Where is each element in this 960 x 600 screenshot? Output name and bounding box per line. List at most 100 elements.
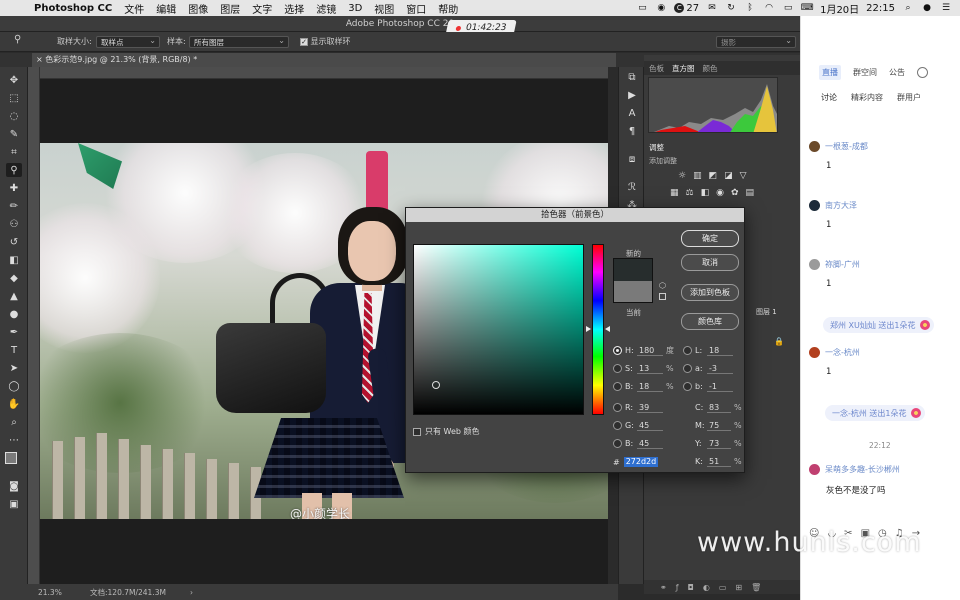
color-libraries-button[interactable]: 颜色库 <box>681 313 739 330</box>
lab-a-value[interactable]: -3 <box>707 363 733 374</box>
keyboard-icon[interactable]: ⌨ <box>801 3 814 13</box>
chat-message-user[interactable]: 南方大泽 <box>809 200 857 211</box>
sync-icon[interactable]: ↻ <box>725 3 737 13</box>
photo-filter-icon[interactable]: ◉ <box>716 188 724 198</box>
black-value[interactable]: 51 <box>707 456 731 467</box>
black-field[interactable]: K: 51% <box>695 455 744 467</box>
hue-field[interactable]: H: 180 度 <box>613 344 676 356</box>
avatar[interactable] <box>809 464 820 475</box>
move-tool-icon[interactable]: ✥ <box>6 73 22 87</box>
menu-app-name[interactable]: Photoshop CC <box>34 3 112 14</box>
menu-view[interactable]: 视图 <box>374 1 394 16</box>
chat-message-user[interactable]: 呆萌多多趣-长沙郴州 <box>809 464 900 475</box>
search-icon[interactable]: ⌕ <box>902 3 914 13</box>
character-panel-icon[interactable]: A <box>625 107 639 121</box>
saturation-radio[interactable] <box>613 363 622 373</box>
display-icon[interactable]: ▭ <box>636 3 648 13</box>
menu-3d[interactable]: 3D <box>348 3 362 14</box>
blue-field[interactable]: B: 45 <box>613 437 663 449</box>
battery-icon[interactable]: ▭ <box>782 3 794 13</box>
tab-group-space[interactable]: 群空间 <box>853 67 877 78</box>
lab-b-radio[interactable] <box>683 381 692 391</box>
menu-select[interactable]: 选择 <box>284 1 304 16</box>
web-colors-only-toggle[interactable]: 只有 Web 颜色 <box>413 426 480 437</box>
document-tab[interactable]: × 色彩示范9.jpg @ 21.3% (背景, RGB/8) * <box>32 53 616 67</box>
curves-icon[interactable]: ◩ <box>709 171 718 181</box>
siri-icon[interactable]: ● <box>921 3 933 13</box>
green-value[interactable]: 45 <box>637 420 663 431</box>
dodge-tool-icon[interactable]: ● <box>6 307 22 321</box>
eraser-tool-icon[interactable]: ◧ <box>6 253 22 267</box>
healing-tool-icon[interactable]: ✚ <box>6 181 22 195</box>
sample-size-select[interactable]: 取样点 <box>96 35 160 48</box>
add-to-swatches-button[interactable]: 添加到色板 <box>681 284 739 301</box>
menubar-date[interactable]: 1月20日 <box>820 1 859 16</box>
history-brush-icon[interactable]: ↺ <box>6 235 22 249</box>
lab-b-field[interactable]: b: -1 <box>683 380 733 392</box>
trash-icon[interactable]: 🗑 <box>751 583 761 592</box>
ok-button[interactable]: 确定 <box>681 230 739 247</box>
sample-select[interactable]: 所有图层 <box>189 35 289 48</box>
gamut-warning-icon[interactable]: ⬡ <box>659 282 668 290</box>
lookup-icon[interactable]: ▤ <box>746 188 755 198</box>
lab-l-field[interactable]: L: 18 <box>683 344 733 356</box>
hue-sat-icon[interactable]: ▦ <box>670 188 679 198</box>
avatar[interactable] <box>809 259 820 270</box>
chat-message-user[interactable]: 一根葱-成都 <box>809 141 868 152</box>
foreground-color[interactable] <box>5 452 17 464</box>
wifi-icon[interactable]: ◠ <box>763 3 775 13</box>
avatar[interactable] <box>809 200 820 211</box>
group-icon[interactable]: ▭ <box>719 583 727 592</box>
hue-radio[interactable] <box>613 345 622 355</box>
crop-tool-icon[interactable]: ⌗ <box>6 145 22 159</box>
pen-tool-icon[interactable]: ✒ <box>6 325 22 339</box>
red-radio[interactable] <box>613 402 622 412</box>
tab-live[interactable]: 直播 <box>819 65 841 80</box>
fx-icon[interactable]: ƒ <box>676 583 679 592</box>
avatar[interactable] <box>809 347 820 358</box>
menu-window[interactable]: 窗口 <box>406 1 426 16</box>
new-layer-icon[interactable]: ⊞ <box>735 583 742 592</box>
subtab-members[interactable]: 群用户 <box>897 92 921 103</box>
yellow-value[interactable]: 73 <box>707 438 731 449</box>
web-safe-icon[interactable] <box>659 293 666 300</box>
hex-value[interactable]: 272d2d <box>623 457 659 467</box>
cyan-field[interactable]: C: 83% <box>695 401 744 413</box>
cancel-button[interactable]: 取消 <box>681 254 739 271</box>
menu-layer[interactable]: 图层 <box>220 1 240 16</box>
tab-announcement[interactable]: 公告 <box>889 67 905 78</box>
magenta-field[interactable]: M: 75% <box>695 419 744 431</box>
red-field[interactable]: R: 39 <box>613 401 663 413</box>
yellow-field[interactable]: Y: 73% <box>695 437 744 449</box>
hue-arrow-left-icon[interactable] <box>586 326 591 332</box>
eyedropper-icon[interactable]: ⚲ <box>14 34 21 45</box>
subtab-discussion[interactable]: 讨论 <box>821 92 837 103</box>
tab-swatches[interactable]: 色板 <box>649 63 664 74</box>
more-tools-icon[interactable]: ⋯ <box>6 433 22 447</box>
bw-icon[interactable]: ◧ <box>701 188 710 198</box>
adjustment-layer-icon[interactable]: ◐ <box>703 583 710 592</box>
menu-filter[interactable]: 滤镜 <box>316 1 336 16</box>
marquee-tool-icon[interactable]: ⬚ <box>6 91 22 105</box>
menu-edit[interactable]: 编辑 <box>156 1 176 16</box>
levels-icon[interactable]: ▥ <box>693 171 702 181</box>
menu-type[interactable]: 文字 <box>252 1 272 16</box>
zoom-tool-icon[interactable]: ⌕ <box>6 415 22 429</box>
hue-value[interactable]: 180 <box>637 345 663 356</box>
tab-histogram[interactable]: 直方图 <box>672 63 695 74</box>
web-colors-checkbox[interactable] <box>413 427 421 436</box>
red-value[interactable]: 39 <box>637 402 663 413</box>
mask-icon[interactable]: ◘ <box>688 583 694 592</box>
chat-message-user[interactable]: 祢脚-广州 <box>809 259 860 270</box>
brightness-icon[interactable]: ☼ <box>678 171 686 181</box>
show-ring-toggle[interactable]: ✓ 显示取样环 <box>300 36 351 47</box>
saturation-value[interactable]: 13 <box>637 363 663 374</box>
saturation-field[interactable]: S: 13% <box>613 362 676 374</box>
tray-app-icon[interactable]: ◉ <box>655 3 667 13</box>
quick-select-tool-icon[interactable]: ✎ <box>6 127 22 141</box>
lab-a-radio[interactable] <box>683 363 692 373</box>
hex-field[interactable]: # 272d2d <box>613 457 659 467</box>
exposure-icon[interactable]: ◪ <box>724 171 733 181</box>
glyphs-panel-icon[interactable]: ℛ <box>625 181 639 195</box>
screen-mode-icon[interactable]: ▣ <box>6 497 22 511</box>
